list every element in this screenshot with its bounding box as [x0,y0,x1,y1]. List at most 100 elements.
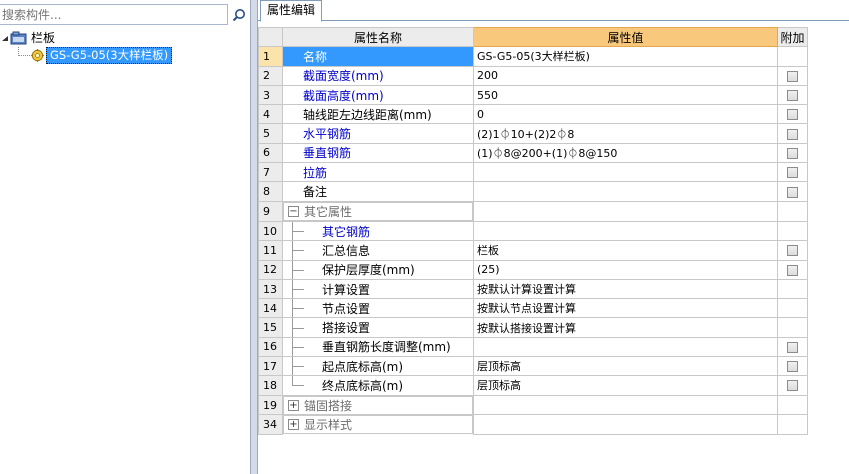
property-row[interactable]: 2 截面宽度(mm) 200 [258,65,808,86]
row-index[interactable]: 10 [258,220,283,242]
row-index[interactable]: 17 [258,356,283,377]
tab-property-edit[interactable]: 属性编辑 [260,0,323,22]
expand-group-icon[interactable]: + [288,399,299,411]
row-index[interactable]: 34 [258,414,283,435]
row-index[interactable]: 12 [258,259,283,280]
attach-checkbox[interactable] [787,70,798,82]
row-index[interactable]: 9 [258,200,283,222]
property-value-cell[interactable]: (2)1⏀10+(2)2⏀8 [473,123,778,144]
property-value-cell[interactable]: 栏板 [473,240,778,261]
property-value-cell[interactable]: (25) [473,259,778,280]
property-name-cell[interactable]: 拉筋 [282,162,474,183]
property-row[interactable]: 6 垂直钢筋 (1)⏀8@200+(1)⏀8@150 [258,142,808,164]
grid-header-name[interactable]: 属性名称 [282,26,474,48]
row-index[interactable]: 14 [258,298,283,319]
property-row[interactable]: 4 轴线距左边线距离(mm) 0 [258,104,808,125]
search-button[interactable] [229,4,249,25]
row-index[interactable]: 3 [258,84,283,106]
tree-node-railing[interactable]: 栏板 [0,30,250,47]
expand-group-icon[interactable]: + [288,419,299,431]
attach-checkbox[interactable] [787,361,798,373]
property-name-cell[interactable]: 垂直钢筋 [282,142,474,164]
row-index[interactable]: 7 [258,162,283,183]
property-name-cell[interactable]: + 显示样式 [283,414,473,435]
property-value-cell[interactable]: 按默认计算设置计算 [473,278,778,300]
attach-checkbox[interactable] [787,186,798,198]
search-input[interactable] [0,4,228,25]
row-index[interactable]: 19 [258,394,283,416]
attach-checkbox[interactable] [787,128,798,140]
attach-checkbox[interactable] [787,147,798,159]
property-row[interactable]: 12 保护层厚度(mm) (25) [258,259,808,280]
property-value-cell[interactable]: 层顶标高 [473,356,778,377]
property-name-cell[interactable]: 终点底标高(m) [282,375,474,396]
property-value-cell[interactable] [473,220,778,242]
property-row[interactable]: 14 节点设置 按默认节点设置计算 [258,298,808,319]
property-row[interactable]: 7 拉筋 [258,162,808,183]
property-row[interactable]: 1 名称 GS-G5-05(3大样栏板) [258,46,808,67]
property-row[interactable]: 10 其它钢筋 [258,220,808,242]
property-value-cell[interactable] [473,394,778,416]
row-index[interactable]: 16 [258,336,283,358]
attach-checkbox[interactable] [787,341,798,353]
attach-checkbox[interactable] [787,109,798,121]
property-name-cell[interactable]: 节点设置 [282,298,474,319]
property-name-cell[interactable]: 搭接设置 [282,317,474,338]
attach-checkbox[interactable] [787,380,798,392]
property-value-cell[interactable] [473,181,778,202]
row-index[interactable]: 15 [258,317,283,338]
property-name-cell[interactable]: 截面宽度(mm) [282,65,474,86]
attach-checkbox[interactable] [787,167,798,179]
grid-header-value[interactable]: 属性值 [473,26,778,48]
property-value-cell[interactable]: 0 [473,104,778,125]
property-row[interactable]: 3 截面高度(mm) 550 [258,84,808,106]
property-value-cell[interactable]: 550 [473,84,778,106]
property-value-cell[interactable]: GS-G5-05(3大样栏板) [473,46,778,67]
property-value-cell[interactable]: 按默认搭接设置计算 [473,317,778,338]
property-name-cell[interactable]: 其它钢筋 [282,220,474,242]
property-name-cell[interactable]: 备注 [282,181,474,202]
property-name-cell[interactable]: 计算设置 [282,278,474,300]
row-index[interactable]: 8 [258,181,283,202]
row-index[interactable]: 5 [258,123,283,144]
property-row[interactable]: 5 水平钢筋 (2)1⏀10+(2)2⏀8 [258,123,808,144]
property-row[interactable]: 16 垂直钢筋长度调整(mm) [258,336,808,358]
property-name-cell[interactable]: 截面高度(mm) [282,84,474,106]
tree-collapse-icon[interactable] [0,34,9,43]
property-row[interactable]: 15 搭接设置 按默认搭接设置计算 [258,317,808,338]
property-value-cell[interactable] [473,162,778,183]
row-index[interactable]: 6 [258,142,283,164]
property-name-cell[interactable]: 起点底标高(m) [282,356,474,377]
property-value-cell[interactable]: 200 [473,65,778,86]
property-row[interactable]: 19 + 锚固搭接 [258,394,808,416]
attach-checkbox[interactable] [787,245,798,257]
property-value-cell[interactable] [473,414,778,435]
property-row[interactable]: 8 备注 [258,181,808,202]
row-index[interactable]: 1 [258,46,283,67]
property-row[interactable]: 11 汇总信息 栏板 [258,240,808,261]
property-row[interactable]: 18 终点底标高(m) 层顶标高 [258,375,808,396]
property-name-cell[interactable]: 保护层厚度(mm) [282,259,474,280]
row-index[interactable]: 13 [258,278,283,300]
grid-header-extra[interactable]: 附加 [777,26,808,48]
property-value-cell[interactable] [473,200,778,222]
attach-checkbox[interactable] [787,90,798,102]
pane-splitter[interactable] [250,0,258,474]
property-name-cell[interactable]: 汇总信息 [282,240,474,261]
property-value-cell[interactable]: (1)⏀8@200+(1)⏀8@150 [473,142,778,164]
property-name-cell[interactable]: 轴线距左边线距离(mm) [282,104,474,125]
row-index[interactable]: 2 [258,65,283,86]
property-name-cell[interactable]: 水平钢筋 [282,123,474,144]
row-index[interactable]: 11 [258,240,283,261]
tree-node-gs-g5-05[interactable]: GS-G5-05(3大样栏板) [0,47,250,64]
tree-node-label-selected[interactable]: GS-G5-05(3大样栏板) [46,47,173,64]
property-value-cell[interactable]: 层顶标高 [473,375,778,396]
property-row[interactable]: 34 + 显示样式 [258,414,808,435]
row-index[interactable]: 4 [258,104,283,125]
attach-checkbox[interactable] [787,264,798,276]
property-value-cell[interactable]: 按默认节点设置计算 [473,298,778,319]
collapse-group-icon[interactable]: − [288,205,299,217]
property-name-cell[interactable]: − 其它属性 [283,201,473,221]
property-row[interactable]: 17 起点底标高(m) 层顶标高 [258,356,808,377]
property-name-cell[interactable]: + 锚固搭接 [283,395,473,415]
